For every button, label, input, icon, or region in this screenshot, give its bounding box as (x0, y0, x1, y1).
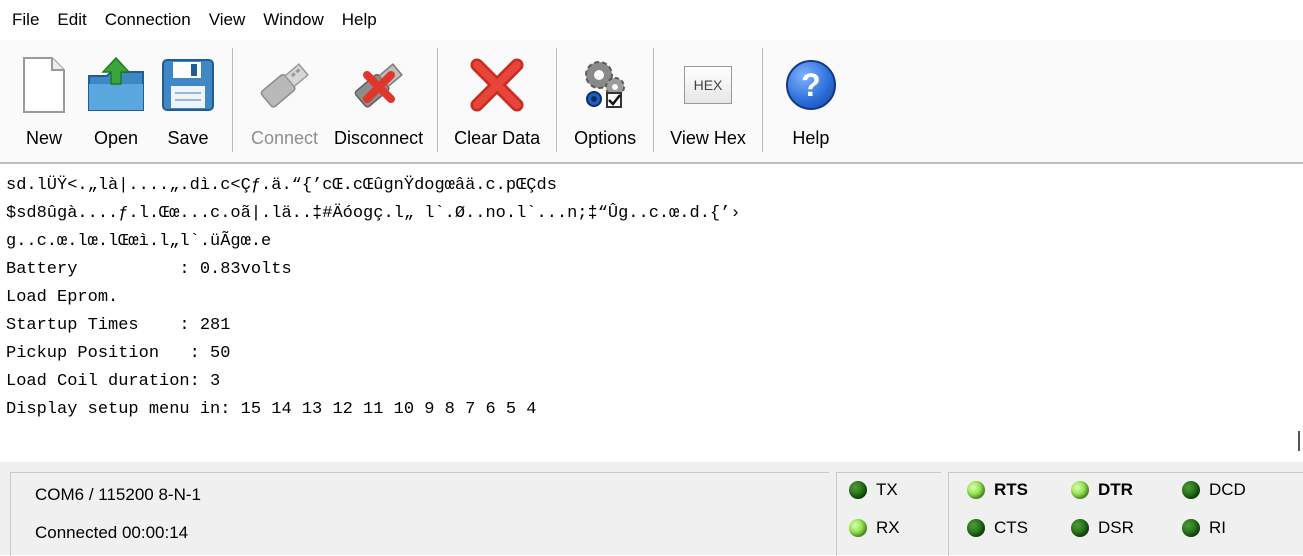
dcd-led-icon (1182, 481, 1200, 499)
connect-label: Connect (251, 128, 319, 148)
terminal-output[interactable]: sd.lÜŸ<.„là|....„.dì.c<Çƒ.ä.“{’cŒ.cŒûgnŸ… (0, 164, 1303, 454)
dtr-led-icon (1071, 481, 1089, 499)
menu-connection[interactable]: Connection (96, 0, 200, 40)
gears-options-icon (573, 54, 637, 116)
dtr-indicator[interactable]: DTR (1071, 480, 1133, 500)
red-x-icon (465, 54, 529, 116)
terminal-line: sd.lÜŸ<.„là|....„.dì.c<Çƒ.ä.“{’cŒ.cŒûgnŸ… (6, 176, 557, 195)
ri-indicator: RI (1182, 518, 1226, 538)
help-button[interactable]: ? Help (771, 40, 851, 158)
menu-window[interactable]: Window (254, 0, 332, 40)
usb-plug-icon (253, 54, 317, 116)
scrollbar-marker[interactable] (1298, 431, 1300, 451)
terminal-line: Pickup Position : 50 (6, 344, 231, 363)
rx-indicator: RX (849, 518, 900, 538)
toolbar-separator (556, 48, 558, 152)
help-label: Help (792, 128, 830, 148)
open-label: Open (93, 128, 139, 148)
terminal-line: Startup Times : 281 (6, 316, 231, 335)
terminal-line: Load Eprom. (6, 288, 119, 307)
terminal-line: $sd8ûgà....ƒ.l.Œœ...c.oã|.lä..‡#Äóogç.l„… (6, 204, 741, 223)
dcd-indicator: DCD (1182, 480, 1246, 500)
hex-icon: HEX (676, 54, 740, 116)
clear-data-label: Clear Data (454, 128, 541, 148)
view-hex-label: View Hex (670, 128, 746, 148)
options-label: Options (574, 128, 637, 148)
new-button[interactable]: New (8, 40, 80, 158)
open-button[interactable]: Open (80, 40, 152, 158)
view-hex-button[interactable]: HEX View Hex (662, 40, 754, 158)
new-document-icon (12, 54, 76, 116)
options-button[interactable]: Options (565, 40, 645, 158)
hex-icon-text: HEX (693, 77, 723, 93)
dsr-led-icon (1071, 519, 1089, 537)
tx-led-icon (849, 481, 867, 499)
rts-indicator[interactable]: RTS (967, 480, 1028, 500)
rx-led-icon (849, 519, 867, 537)
menu-view[interactable]: View (200, 0, 255, 40)
terminal-line: Display setup menu in: 15 14 13 12 11 10… (6, 400, 537, 419)
toolbar-separator (232, 48, 233, 152)
help-question-icon: ? (779, 54, 843, 116)
rts-led-icon (967, 481, 985, 499)
connection-time-text: Connected 00:00:14 (35, 523, 189, 542)
clear-data-button[interactable]: Clear Data (446, 40, 548, 158)
floppy-disk-icon (156, 54, 220, 116)
connect-button[interactable]: Connect (241, 40, 328, 158)
control-lines-panel: RTS CTS DTR DSR DCD RI (948, 472, 1303, 556)
usb-plug-red-x-icon (347, 54, 411, 116)
menu-help[interactable]: Help (333, 0, 386, 40)
toolbar-separator (653, 48, 655, 152)
connection-status-panel: COM6 / 115200 8-N-1 Connected 00:00:14 (10, 472, 829, 556)
disconnect-label: Disconnect (334, 128, 424, 148)
save-label: Save (167, 128, 209, 148)
cts-indicator: CTS (967, 518, 1028, 538)
dsr-indicator: DSR (1071, 518, 1134, 538)
menu-edit[interactable]: Edit (48, 0, 95, 40)
tx-indicator: TX (849, 480, 898, 500)
open-folder-icon (84, 54, 148, 116)
status-bar: COM6 / 115200 8-N-1 Connected 00:00:14 T… (0, 462, 1303, 556)
terminal-line: Load Coil duration: 3 (6, 372, 221, 391)
toolbar-separator (761, 48, 763, 152)
port-settings-text: COM6 / 115200 8-N-1 (35, 485, 201, 504)
toolbar: New Open Save Connect Disconnect Clear D… (0, 40, 1303, 164)
cts-led-icon (967, 519, 985, 537)
disconnect-button[interactable]: Disconnect (328, 40, 429, 158)
ri-led-icon (1182, 519, 1200, 537)
save-button[interactable]: Save (152, 40, 224, 158)
menu-file[interactable]: File (0, 0, 48, 40)
terminal-line: g..c.œ.lœ.lŒœì.l„l`.üÃgœ.e (6, 232, 272, 251)
tx-rx-panel: TX RX (836, 472, 941, 556)
menu-bar: File Edit Connection View Window Help (0, 0, 1303, 40)
new-label: New (25, 128, 62, 148)
help-icon-glyph: ? (801, 66, 821, 103)
terminal-line: Battery : 0.83volts (6, 260, 292, 279)
toolbar-separator (437, 48, 439, 152)
